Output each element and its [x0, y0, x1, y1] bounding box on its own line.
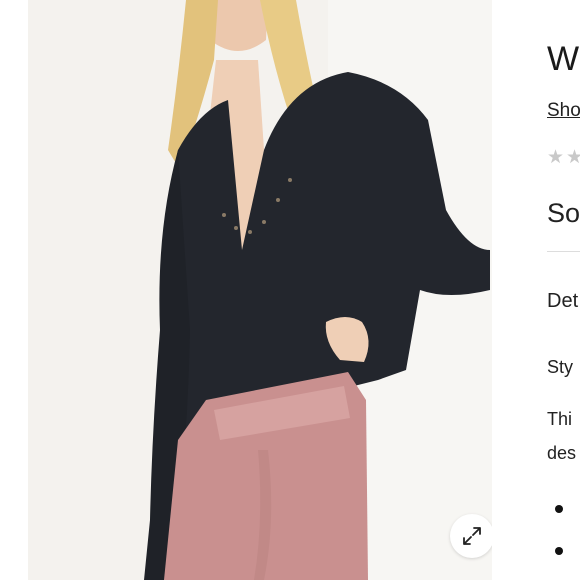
shop-collection-link[interactable]: Sho [547, 100, 580, 122]
rating-stars[interactable]: ★★ [547, 146, 580, 169]
expand-arrows-icon [463, 527, 481, 545]
details-heading[interactable]: Det [547, 290, 578, 313]
divider [547, 251, 580, 252]
bullet-point [555, 505, 563, 513]
stock-status: So [547, 198, 580, 228]
bullet-point [555, 547, 563, 555]
product-image[interactable] [28, 0, 492, 580]
product-details-panel: W Sho ★★ So Det Sty Thi des [547, 0, 580, 580]
product-photo-illustration [28, 0, 492, 580]
expand-image-button[interactable] [450, 514, 492, 558]
description-text-line: des [547, 443, 577, 463]
style-number-label: Sty [547, 357, 574, 377]
product-title: W [547, 40, 580, 78]
description-text-line: Thi [547, 409, 573, 429]
